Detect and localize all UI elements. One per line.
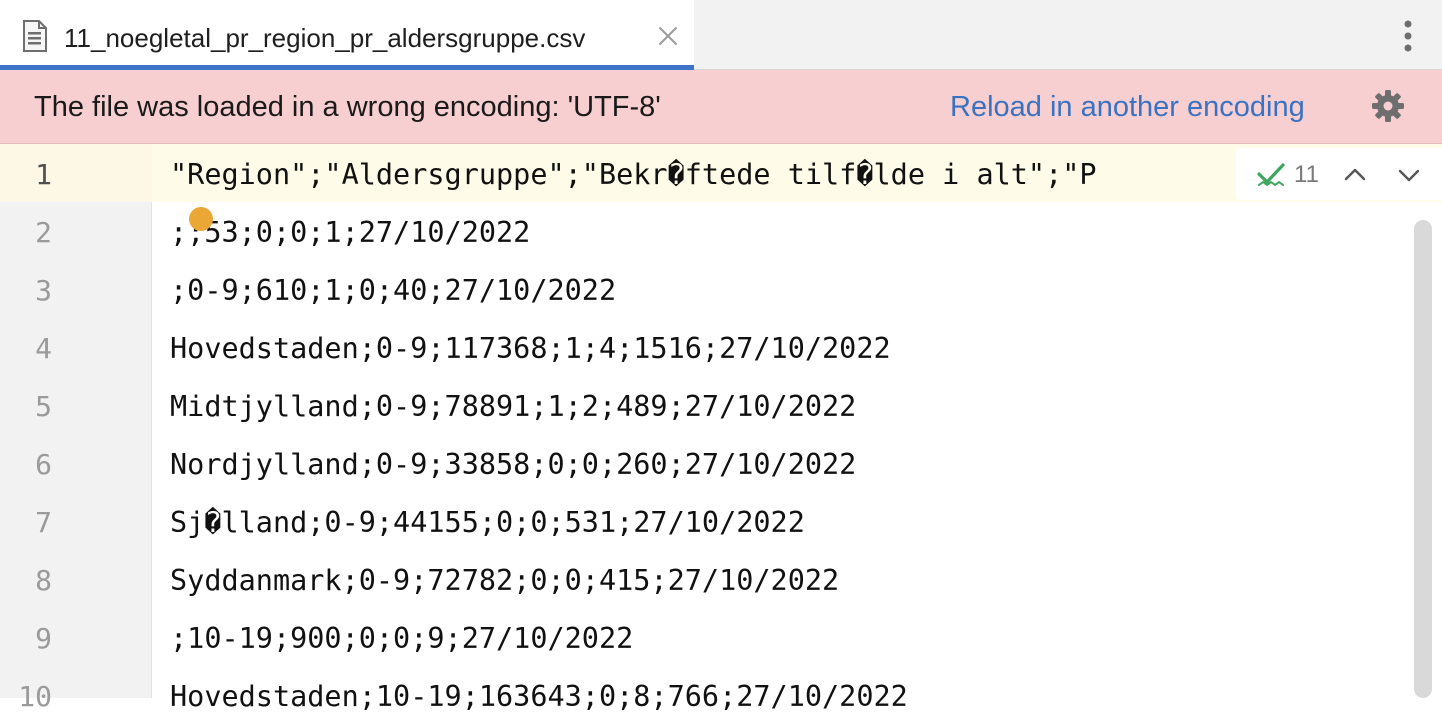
line-number: 8 (35, 564, 52, 597)
code-line[interactable]: Syddanmark;0-9;72782;0;0;415;27/10/2022 (170, 552, 839, 610)
line-number: 4 (35, 332, 52, 365)
code-line[interactable]: Hovedstaden;0-9;117368;1;4;1516;27/10/20… (170, 320, 891, 378)
editor-tab[interactable]: 11_noegletal_pr_region_pr_aldersgruppe.c… (0, 0, 694, 70)
chevron-down-icon[interactable] (1396, 162, 1422, 188)
code-editor[interactable]: 1 2 3 4 5 6 7 8 9 10 "Region";"Aldersgru… (0, 144, 1442, 713)
check-icon[interactable] (1256, 160, 1286, 190)
line-number: 2 (35, 216, 52, 249)
code-line[interactable]: Nordjylland;0-9;33858;0;0;260;27/10/2022 (170, 436, 856, 494)
line-number: 10 (18, 680, 52, 713)
code-line[interactable]: ;10-19;900;0;0;9;27/10/2022 (170, 610, 633, 668)
line-number: 7 (35, 506, 52, 539)
inspection-count: 11 (1294, 161, 1319, 188)
lightbulb-icon[interactable] (189, 207, 213, 231)
close-icon[interactable] (656, 24, 680, 48)
editor-tab-bar: 11_noegletal_pr_region_pr_aldersgruppe.c… (0, 0, 1442, 70)
reload-encoding-link[interactable]: Reload in another encoding (950, 89, 1305, 125)
line-number: 5 (35, 390, 52, 423)
inspection-widget: 11 (1236, 148, 1442, 200)
line-number: 3 (35, 274, 52, 307)
text-file-icon (22, 20, 48, 52)
vertical-scrollbar[interactable] (1414, 220, 1432, 698)
more-vertical-icon[interactable] (1396, 18, 1420, 54)
banner-message: The file was loaded in a wrong encoding:… (34, 91, 661, 123)
tab-title: 11_noegletal_pr_region_pr_aldersgruppe.c… (64, 23, 586, 53)
chevron-up-icon[interactable] (1342, 162, 1368, 188)
encoding-warning-banner: The file was loaded in a wrong encoding:… (0, 70, 1442, 144)
code-line[interactable]: Hovedstaden;10-19;163643;0;8;766;27/10/2… (170, 668, 908, 726)
line-number: 9 (35, 622, 52, 655)
code-line[interactable]: Midtjylland;0-9;78891;1;2;489;27/10/2022 (170, 378, 856, 436)
code-line[interactable]: ;0-9;610;1;0;40;27/10/2022 (170, 262, 616, 320)
gear-icon[interactable] (1370, 88, 1406, 124)
code-line[interactable]: "Region";"Aldersgruppe";"Bekr�ftede tilf… (170, 146, 1097, 204)
line-number: 1 (35, 158, 52, 191)
code-line[interactable]: ;;53;0;0;1;27/10/2022 (170, 204, 530, 262)
line-number: 6 (35, 448, 52, 481)
code-line[interactable]: Sj�lland;0-9;44155;0;0;531;27/10/2022 (170, 494, 805, 552)
